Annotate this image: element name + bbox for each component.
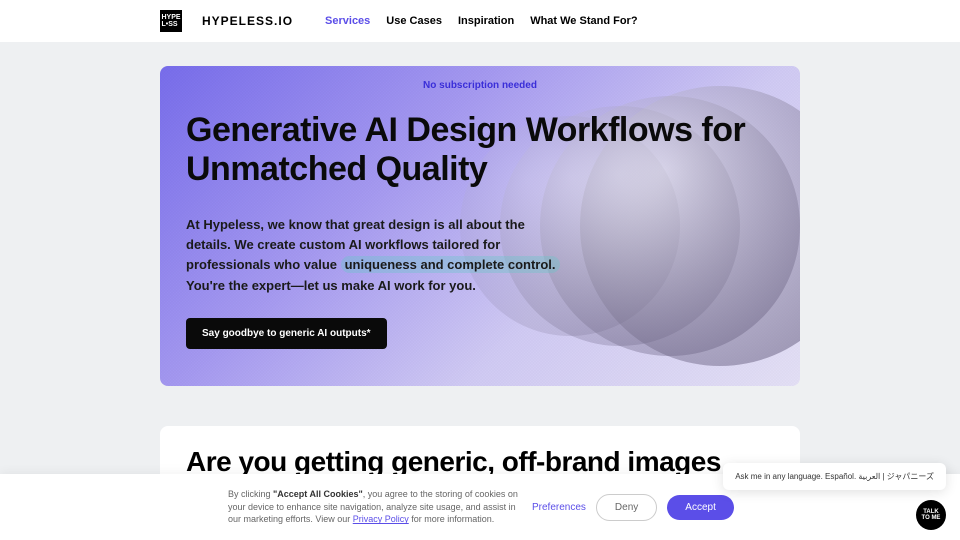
main-nav: Services Use Cases Inspiration What We S… (325, 15, 638, 27)
logo-icon[interactable]: HYPEL•SS (160, 10, 182, 32)
cookie-accept-button[interactable]: Accept (667, 495, 734, 520)
nav-use-cases[interactable]: Use Cases (386, 15, 442, 27)
nav-inspiration[interactable]: Inspiration (458, 15, 514, 27)
cookie-preferences-link[interactable]: Preferences (532, 502, 586, 513)
hero-section: No subscription needed Generative AI Des… (160, 66, 800, 386)
cookie-actions: Preferences Deny Accept (532, 494, 734, 521)
cookie-text-1: By clicking (228, 489, 273, 499)
nav-what-we-stand-for[interactable]: What We Stand For? (530, 15, 637, 27)
cookie-deny-button[interactable]: Deny (596, 494, 657, 521)
hero-badge: No subscription needed (186, 80, 774, 91)
chat-fab-button[interactable]: TALKTO ME (916, 500, 946, 530)
cookie-text: By clicking "Accept All Cookies", you ag… (228, 488, 518, 526)
hero-title: Generative AI Design Workflows for Unmat… (186, 111, 766, 189)
chat-prompt-bubble[interactable]: Ask me in any language. Español. العربية… (723, 463, 946, 490)
nav-services[interactable]: Services (325, 15, 370, 27)
hero-content: No subscription needed Generative AI Des… (186, 80, 774, 349)
hero-description: At Hypeless, we know that great design i… (186, 215, 566, 296)
header: HYPEL•SS HYPELESS.IO Services Use Cases … (0, 0, 960, 42)
hero-desc-part2: You're the expert—let us make AI work fo… (186, 278, 476, 293)
privacy-policy-link[interactable]: Privacy Policy (353, 514, 409, 524)
cookie-text-3: for more information. (409, 514, 495, 524)
cookie-text-bold: "Accept All Cookies" (273, 489, 363, 499)
hero-desc-highlight: uniqueness and complete control. (341, 256, 560, 273)
brand-name[interactable]: HYPELESS.IO (202, 14, 293, 28)
hero-cta-button[interactable]: Say goodbye to generic AI outputs* (186, 318, 387, 349)
